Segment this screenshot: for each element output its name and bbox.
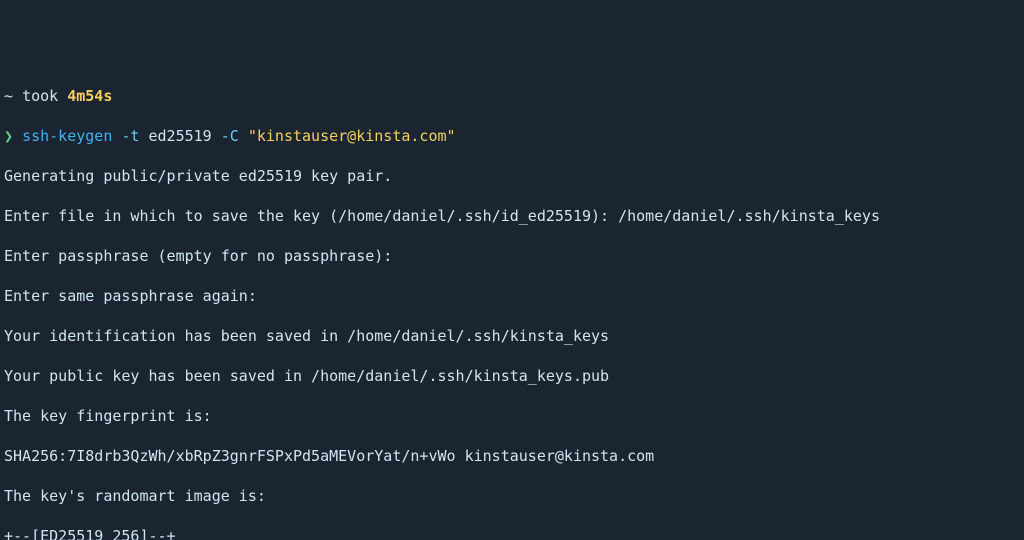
output-line: Your public key has been saved in /home/… xyxy=(4,366,1020,386)
output-line: Enter passphrase (empty for no passphras… xyxy=(4,246,1020,266)
command-line[interactable]: ❯ ssh-keygen -t ed25519 -C "kinstauser@k… xyxy=(4,126,1020,146)
output-line: The key's randomart image is: xyxy=(4,486,1020,506)
took-label: took xyxy=(22,87,58,105)
cmd-arg-t: ed25519 xyxy=(149,127,212,145)
took-duration: 4m54s xyxy=(67,87,112,105)
cmd-flag-t: -t xyxy=(121,127,139,145)
output-line: Generating public/private ed25519 key pa… xyxy=(4,166,1020,186)
cmd-binary: ssh-keygen xyxy=(22,127,112,145)
status-line: ~ took 4m54s xyxy=(4,86,1020,106)
home-tilde: ~ xyxy=(4,87,13,105)
save-key-prompt: Enter file in which to save the key (/ho… xyxy=(4,207,618,225)
output-line: The key fingerprint is: xyxy=(4,406,1020,426)
cmd-flag-c: -C xyxy=(221,127,239,145)
randomart-line: +--[ED25519 256]--+ xyxy=(4,526,1020,540)
output-line: SHA256:7I8drb3QzWh/xbRpZ3gnrFSPxPd5aMEVo… xyxy=(4,446,1020,466)
output-line: Your identification has been saved in /h… xyxy=(4,326,1020,346)
cmd-arg-c: "kinstauser@kinsta.com" xyxy=(248,127,456,145)
output-line: Enter file in which to save the key (/ho… xyxy=(4,206,1020,226)
save-key-path: /home/daniel/.ssh/kinsta_keys xyxy=(618,207,880,225)
output-line: Enter same passphrase again: xyxy=(4,286,1020,306)
prompt-symbol: ❯ xyxy=(4,127,13,145)
